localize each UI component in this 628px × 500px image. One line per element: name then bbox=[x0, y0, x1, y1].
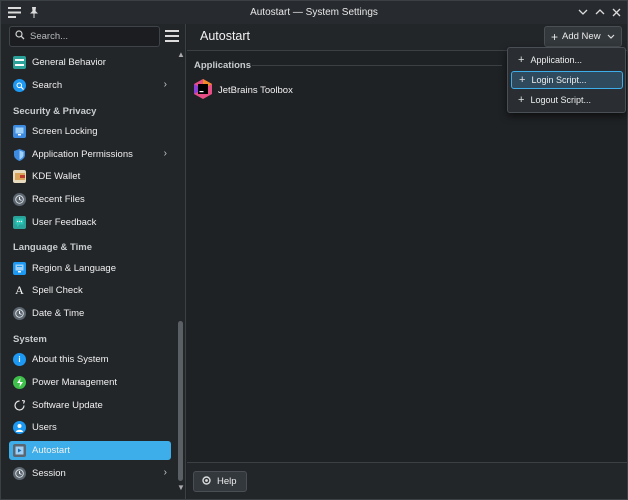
sidebar-item-kde-wallet[interactable]: KDE Wallet bbox=[9, 167, 171, 186]
chevron-right-icon: › bbox=[163, 79, 167, 90]
title-bar: Autostart — System Settings bbox=[1, 1, 627, 24]
feedback-icon bbox=[13, 216, 26, 229]
sidebar-item-label: Autostart bbox=[32, 445, 71, 456]
sidebar-item-label: Recent Files bbox=[32, 194, 85, 205]
date-time-icon bbox=[13, 307, 26, 320]
scroll-up-icon[interactable]: ▲ bbox=[177, 50, 185, 59]
jetbrains-toolbox-icon bbox=[193, 78, 213, 102]
general-behavior-icon bbox=[13, 56, 26, 69]
sidebar-item-users[interactable]: Users bbox=[9, 418, 171, 437]
section-heading-language: Language & Time bbox=[13, 242, 93, 253]
sidebar-search-box[interactable] bbox=[9, 26, 160, 47]
sidebar-item-label: General Behavior bbox=[32, 57, 106, 68]
sidebar-item-label: About this System bbox=[32, 354, 109, 365]
hamburger-menu-icon[interactable] bbox=[165, 30, 179, 42]
sidebar-item-screen-locking[interactable]: Screen Locking bbox=[9, 122, 171, 141]
sidebar: Security & Privacy Language & Time Syste… bbox=[1, 24, 186, 499]
maximize-button[interactable] bbox=[593, 5, 607, 19]
sidebar-item-label: Region & Language bbox=[32, 263, 116, 274]
chevron-right-icon: › bbox=[163, 148, 167, 159]
sidebar-item-label: Application Permissions bbox=[32, 149, 133, 160]
region-icon bbox=[13, 262, 26, 275]
system-settings-window: Autostart — System Settings Security & P… bbox=[0, 0, 628, 500]
sidebar-item-autostart[interactable]: Autostart bbox=[9, 441, 171, 460]
window-title: Autostart — System Settings bbox=[250, 7, 378, 18]
sidebar-item-label: Users bbox=[32, 422, 57, 433]
power-icon bbox=[13, 376, 26, 389]
sidebar-item-search[interactable]: Search › bbox=[9, 76, 171, 95]
info-icon: i bbox=[13, 353, 26, 366]
autostart-icon bbox=[13, 444, 26, 457]
sidebar-item-recent-files[interactable]: Recent Files bbox=[9, 190, 171, 209]
spell-check-icon: A bbox=[15, 283, 24, 297]
sidebar-item-session[interactable]: Session › bbox=[9, 464, 171, 483]
menu-item-label: Login Script... bbox=[531, 75, 587, 85]
minimize-button[interactable] bbox=[576, 5, 590, 19]
add-new-label: Add New bbox=[562, 31, 601, 42]
sidebar-item-label: KDE Wallet bbox=[32, 171, 81, 182]
sidebar-item-spell-check[interactable]: A Spell Check bbox=[9, 281, 171, 300]
menu-item-label: Logout Script... bbox=[530, 95, 591, 105]
sidebar-item-label: Session bbox=[32, 468, 66, 479]
sidebar-item-label: Date & Time bbox=[32, 308, 85, 319]
sidebar-item-label: User Feedback bbox=[32, 217, 97, 228]
session-icon bbox=[13, 467, 26, 480]
sidebar-item-label: Power Management bbox=[32, 377, 118, 388]
menu-item-label: Application... bbox=[530, 55, 582, 65]
screen-lock-icon bbox=[13, 125, 26, 138]
help-button[interactable]: Help bbox=[193, 471, 247, 492]
search-input[interactable] bbox=[30, 31, 150, 42]
help-label: Help bbox=[217, 476, 237, 487]
section-heading-security: Security & Privacy bbox=[13, 106, 97, 117]
search-icon bbox=[15, 30, 25, 43]
applications-heading: Applications bbox=[194, 60, 252, 71]
help-icon bbox=[202, 476, 211, 487]
update-icon bbox=[13, 399, 26, 412]
list-item[interactable]: JetBrains Toolbox bbox=[193, 78, 293, 102]
page-title: Autostart bbox=[200, 29, 251, 43]
sidebar-item-region-language[interactable]: Region & Language bbox=[9, 259, 171, 278]
menu-item-logout-script[interactable]: + Logout Script... bbox=[511, 91, 623, 109]
users-icon bbox=[13, 421, 26, 434]
plus-icon: + bbox=[518, 94, 525, 106]
app-label: JetBrains Toolbox bbox=[218, 84, 293, 96]
sidebar-item-general-behavior[interactable]: General Behavior bbox=[9, 53, 171, 72]
plus-icon: + bbox=[551, 29, 559, 44]
sidebar-item-about-this-system[interactable]: i About this System bbox=[9, 350, 171, 369]
shield-icon bbox=[13, 148, 26, 161]
sidebar-item-software-update[interactable]: Software Update bbox=[9, 396, 171, 415]
sidebar-item-date-time[interactable]: Date & Time bbox=[9, 304, 171, 323]
sidebar-item-application-permissions[interactable]: Application Permissions › bbox=[9, 145, 171, 164]
add-new-button[interactable]: + Add New bbox=[544, 26, 622, 47]
plus-icon: + bbox=[518, 54, 525, 66]
menu-item-application[interactable]: + Application... bbox=[511, 51, 623, 69]
sidebar-item-label: Search bbox=[32, 80, 63, 91]
sidebar-scrollbar-thumb[interactable] bbox=[178, 321, 183, 481]
menu-item-login-script[interactable]: + Login Script... bbox=[511, 71, 623, 89]
scroll-down-icon[interactable]: ▼ bbox=[177, 483, 185, 492]
add-new-dropdown-menu: + Application... + Login Script... + Log… bbox=[507, 47, 626, 113]
footer-bar: Help bbox=[187, 462, 627, 499]
section-heading-system: System bbox=[13, 334, 47, 345]
sidebar-item-label: Spell Check bbox=[32, 285, 83, 296]
search-settings-icon bbox=[13, 79, 26, 92]
sidebar-item-power-management[interactable]: Power Management bbox=[9, 373, 171, 392]
heading-divider bbox=[252, 65, 502, 66]
sidebar-item-label: Software Update bbox=[32, 400, 103, 411]
wallet-icon bbox=[13, 170, 26, 183]
chevron-down-icon bbox=[607, 32, 615, 42]
close-button[interactable] bbox=[609, 5, 623, 19]
chevron-right-icon: › bbox=[163, 467, 167, 478]
sidebar-item-label: Screen Locking bbox=[32, 126, 98, 137]
plus-icon: + bbox=[519, 74, 526, 86]
clock-icon bbox=[13, 193, 26, 206]
sidebar-item-user-feedback[interactable]: User Feedback bbox=[9, 213, 171, 232]
